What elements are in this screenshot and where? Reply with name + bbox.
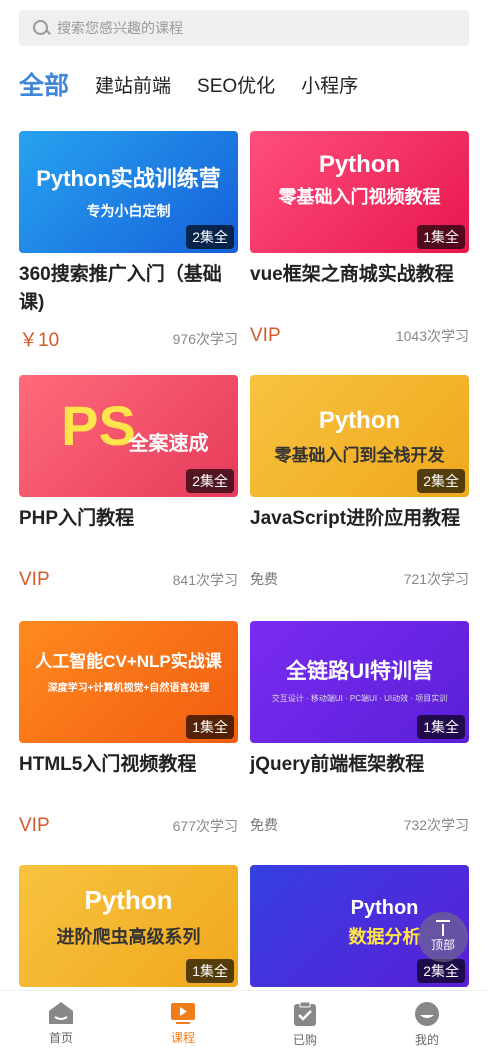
course-card[interactable]: PS 全案速成 2集全 PHP入门教程 VIP 841次学习: [19, 375, 238, 591]
course-price: VIP: [19, 815, 50, 836]
tab-web-frontend[interactable]: 建站前端: [95, 71, 171, 98]
purchased-icon: [294, 1001, 316, 1026]
episode-badge: 1集全: [186, 959, 234, 983]
course-price: ￥10: [19, 330, 60, 351]
home-icon: [49, 1002, 73, 1024]
learner-count: 721次学习: [403, 571, 469, 587]
course-card[interactable]: Python实战训练营 专为小白定制 2集全 360搜索推广入门（基础课) ￥1…: [19, 131, 238, 352]
tabbar-home[interactable]: 首页: [0, 991, 122, 1057]
course-thumbnail: Python 进阶爬虫高级系列 1集全: [19, 865, 238, 987]
course-thumbnail: 人工智能CV+NLP实战课 深度学习+计算机视觉+自然语言处理 1集全: [19, 621, 238, 743]
thumbnail-subtitle: 零基础入门到全栈开发: [274, 446, 445, 465]
episode-badge: 1集全: [417, 225, 465, 249]
thumbnail-subtitle: 深度学习+计算机视觉+自然语言处理: [47, 683, 210, 694]
course-card[interactable]: Python 零基础入门到全栈开发 2集全 JavaScript进阶应用教程 免…: [250, 375, 469, 589]
tabbar-purchased[interactable]: 已购: [244, 991, 366, 1057]
course-title: PHP入门教程: [19, 508, 135, 529]
thumbnail-subtitle: 交互设计 · 移动端UI · PC端UI · UI动效 · 项目实训: [271, 694, 448, 703]
course-thumbnail: PS 全案速成 2集全: [19, 375, 238, 497]
course-price: 免费: [250, 571, 278, 587]
learner-count: 732次学习: [403, 817, 469, 833]
episode-badge: 1集全: [186, 715, 234, 739]
search-icon: [33, 20, 49, 36]
course-title: JavaScript进阶应用教程: [250, 508, 461, 529]
episode-badge: 1集全: [417, 715, 465, 739]
learner-count: 976次学习: [172, 330, 238, 347]
tabbar-course[interactable]: 课程: [122, 991, 244, 1057]
course-thumbnail: Python实战训练营 专为小白定制 2集全: [19, 131, 238, 253]
tabbar-label: 首页: [48, 1031, 73, 1045]
thumbnail-title: Python: [318, 151, 401, 178]
tabbar-label: 课程: [170, 1031, 195, 1045]
tabbar-profile[interactable]: 我的: [366, 991, 488, 1057]
back-to-top-button[interactable]: 顶部: [418, 912, 468, 962]
profile-icon: [415, 1002, 439, 1026]
course-title: HTML5入门视频教程: [19, 754, 197, 775]
thumbnail-subtitle: 专为小白定制: [86, 203, 171, 219]
episode-badge: 2集全: [417, 959, 465, 983]
learner-count: 1043次学习: [395, 328, 469, 344]
bottom-tab-bar: 首页 课程 已购 我的: [0, 990, 488, 1057]
course-thumbnail: Python 零基础入门到全栈开发 2集全: [250, 375, 469, 497]
course-card[interactable]: 全链路UI特训营 交互设计 · 移动端UI · PC端UI · UI动效 · 项…: [250, 621, 469, 835]
learner-count: 841次学习: [172, 572, 238, 588]
search-placeholder: 搜索您感兴趣的课程: [57, 20, 183, 36]
course-title: jQuery前端框架教程: [250, 754, 425, 775]
thumbnail-subtitle: 零基础入门视频教程: [278, 187, 441, 207]
tab-all[interactable]: 全部: [19, 66, 69, 102]
course-price: VIP: [19, 569, 50, 590]
tab-mini-program[interactable]: 小程序: [301, 71, 358, 98]
thumbnail-title: Python: [318, 407, 401, 434]
course-thumbnail: Python 零基础入门视频教程 1集全: [250, 131, 469, 253]
course-card[interactable]: Python 零基础入门视频教程 1集全 vue框架之商城实战教程 VIP 10…: [250, 131, 469, 347]
thumbnail-subtitle: 进阶爬虫高级系列: [56, 927, 201, 947]
episode-badge: 2集全: [417, 469, 465, 493]
episode-badge: 2集全: [186, 225, 234, 249]
thumbnail-title: 全链路UI特训营: [286, 660, 433, 683]
course-title: 360搜索推广入门（基础课): [19, 264, 222, 313]
tab-seo[interactable]: SEO优化: [197, 71, 275, 98]
course-thumbnail: 全链路UI特训营 交互设计 · 移动端UI · PC端UI · UI动效 · 项…: [250, 621, 469, 743]
course-icon: [171, 1003, 195, 1024]
tabbar-label: 已购: [292, 1033, 317, 1047]
category-tabs: 全部 建站前端 SEO优化 小程序: [19, 66, 384, 102]
episode-badge: 2集全: [186, 469, 234, 493]
thumbnail-subtitle: 全案速成: [128, 433, 209, 455]
search-bar[interactable]: 搜索您感兴趣的课程: [19, 10, 469, 46]
course-title: vue框架之商城实战教程: [250, 264, 454, 285]
arrow-up-icon: [436, 920, 450, 936]
course-card[interactable]: Python 进阶爬虫高级系列 1集全: [19, 865, 238, 987]
course-card[interactable]: 人工智能CV+NLP实战课 深度学习+计算机视觉+自然语言处理 1集全 HTML…: [19, 621, 238, 837]
thumbnail-title: Python实战训练营: [36, 166, 221, 191]
course-price: VIP: [250, 325, 281, 346]
course-price: 免费: [250, 817, 278, 833]
back-to-top-label: 顶部: [430, 938, 455, 952]
tabbar-label: 我的: [414, 1033, 439, 1047]
thumbnail-title: Python: [84, 885, 173, 915]
learner-count: 677次学习: [172, 818, 238, 834]
thumbnail-title: 人工智能CV+NLP实战课: [35, 652, 222, 671]
